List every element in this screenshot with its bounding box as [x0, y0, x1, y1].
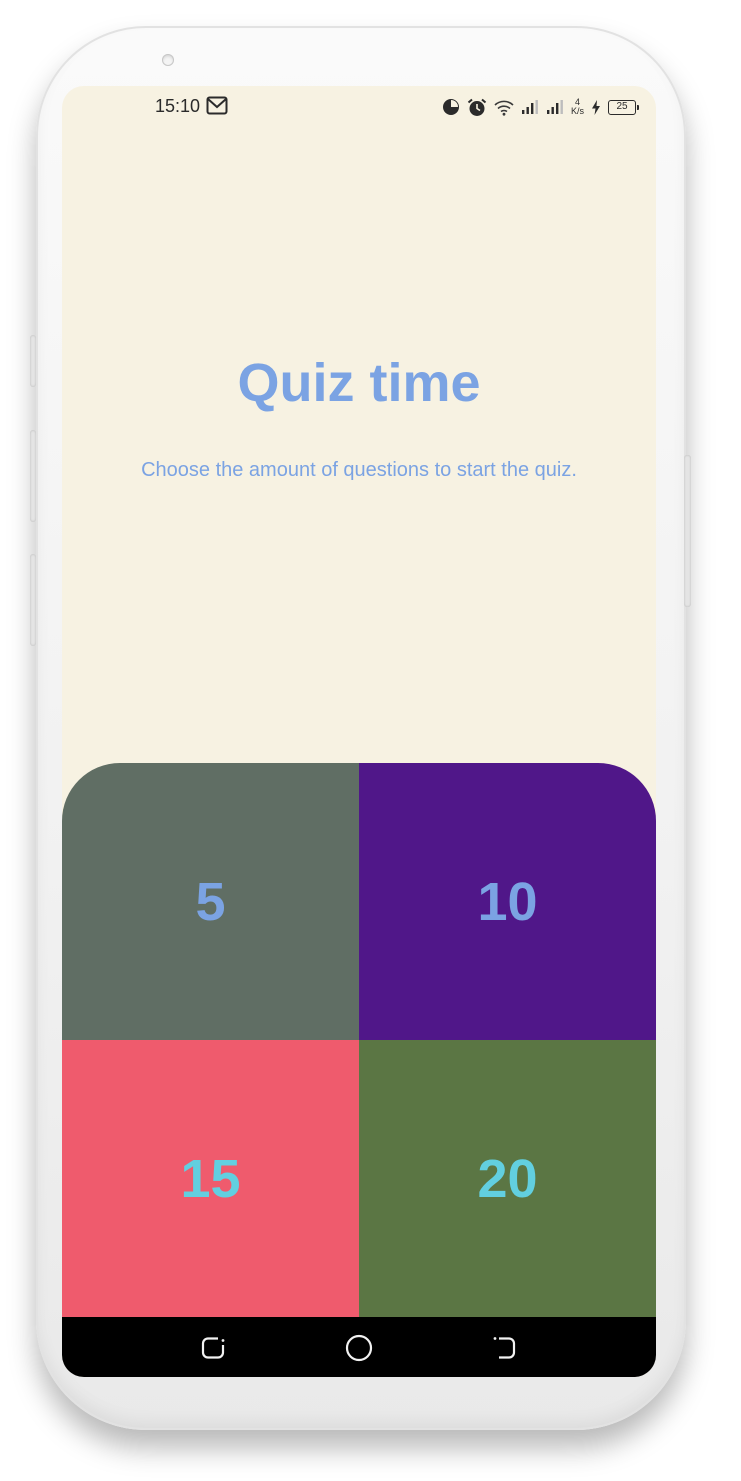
signal-2-icon — [546, 99, 564, 115]
volume-key — [30, 335, 36, 387]
screenshot-stage: 15:10 4 K/s 25 Quiz time Choose the amou… — [0, 0, 741, 1481]
home-icon[interactable] — [344, 1333, 374, 1363]
wifi-icon — [494, 99, 514, 116]
option-10-button[interactable]: 10 — [359, 763, 656, 1040]
option-20-button[interactable]: 20 — [359, 1040, 656, 1317]
battery-icon: 25 — [608, 99, 639, 115]
navigation-bar — [62, 1317, 656, 1377]
back-icon[interactable] — [490, 1333, 520, 1363]
charging-icon — [591, 99, 601, 115]
alarm-icon — [467, 98, 487, 117]
volume-up-key — [30, 430, 36, 522]
option-5-button[interactable]: 5 — [62, 763, 359, 1040]
volume-down-key — [30, 554, 36, 646]
network-speed-unit: K/s — [570, 106, 584, 116]
page-title: Quiz time — [237, 353, 481, 413]
option-15-button[interactable]: 15 — [62, 1040, 359, 1317]
network-speed: 4 K/s — [571, 98, 584, 116]
pie-chart-icon — [442, 98, 460, 116]
phone-screen: 15:10 4 K/s 25 Quiz time Choose the amou… — [62, 86, 656, 1377]
status-bar: 15:10 4 K/s 25 — [62, 86, 656, 128]
power-key — [684, 455, 691, 607]
recent-apps-icon[interactable] — [199, 1333, 229, 1363]
page-subtitle: Choose the amount of questions to start … — [141, 459, 577, 481]
gmail-icon — [206, 96, 228, 115]
status-time: 15:10 — [155, 96, 201, 116]
signal-1-icon — [521, 99, 539, 115]
front-camera — [162, 54, 174, 66]
question-count-grid: 5 10 15 20 — [62, 763, 656, 1317]
status-icons: 4 K/s 25 — [442, 95, 639, 119]
